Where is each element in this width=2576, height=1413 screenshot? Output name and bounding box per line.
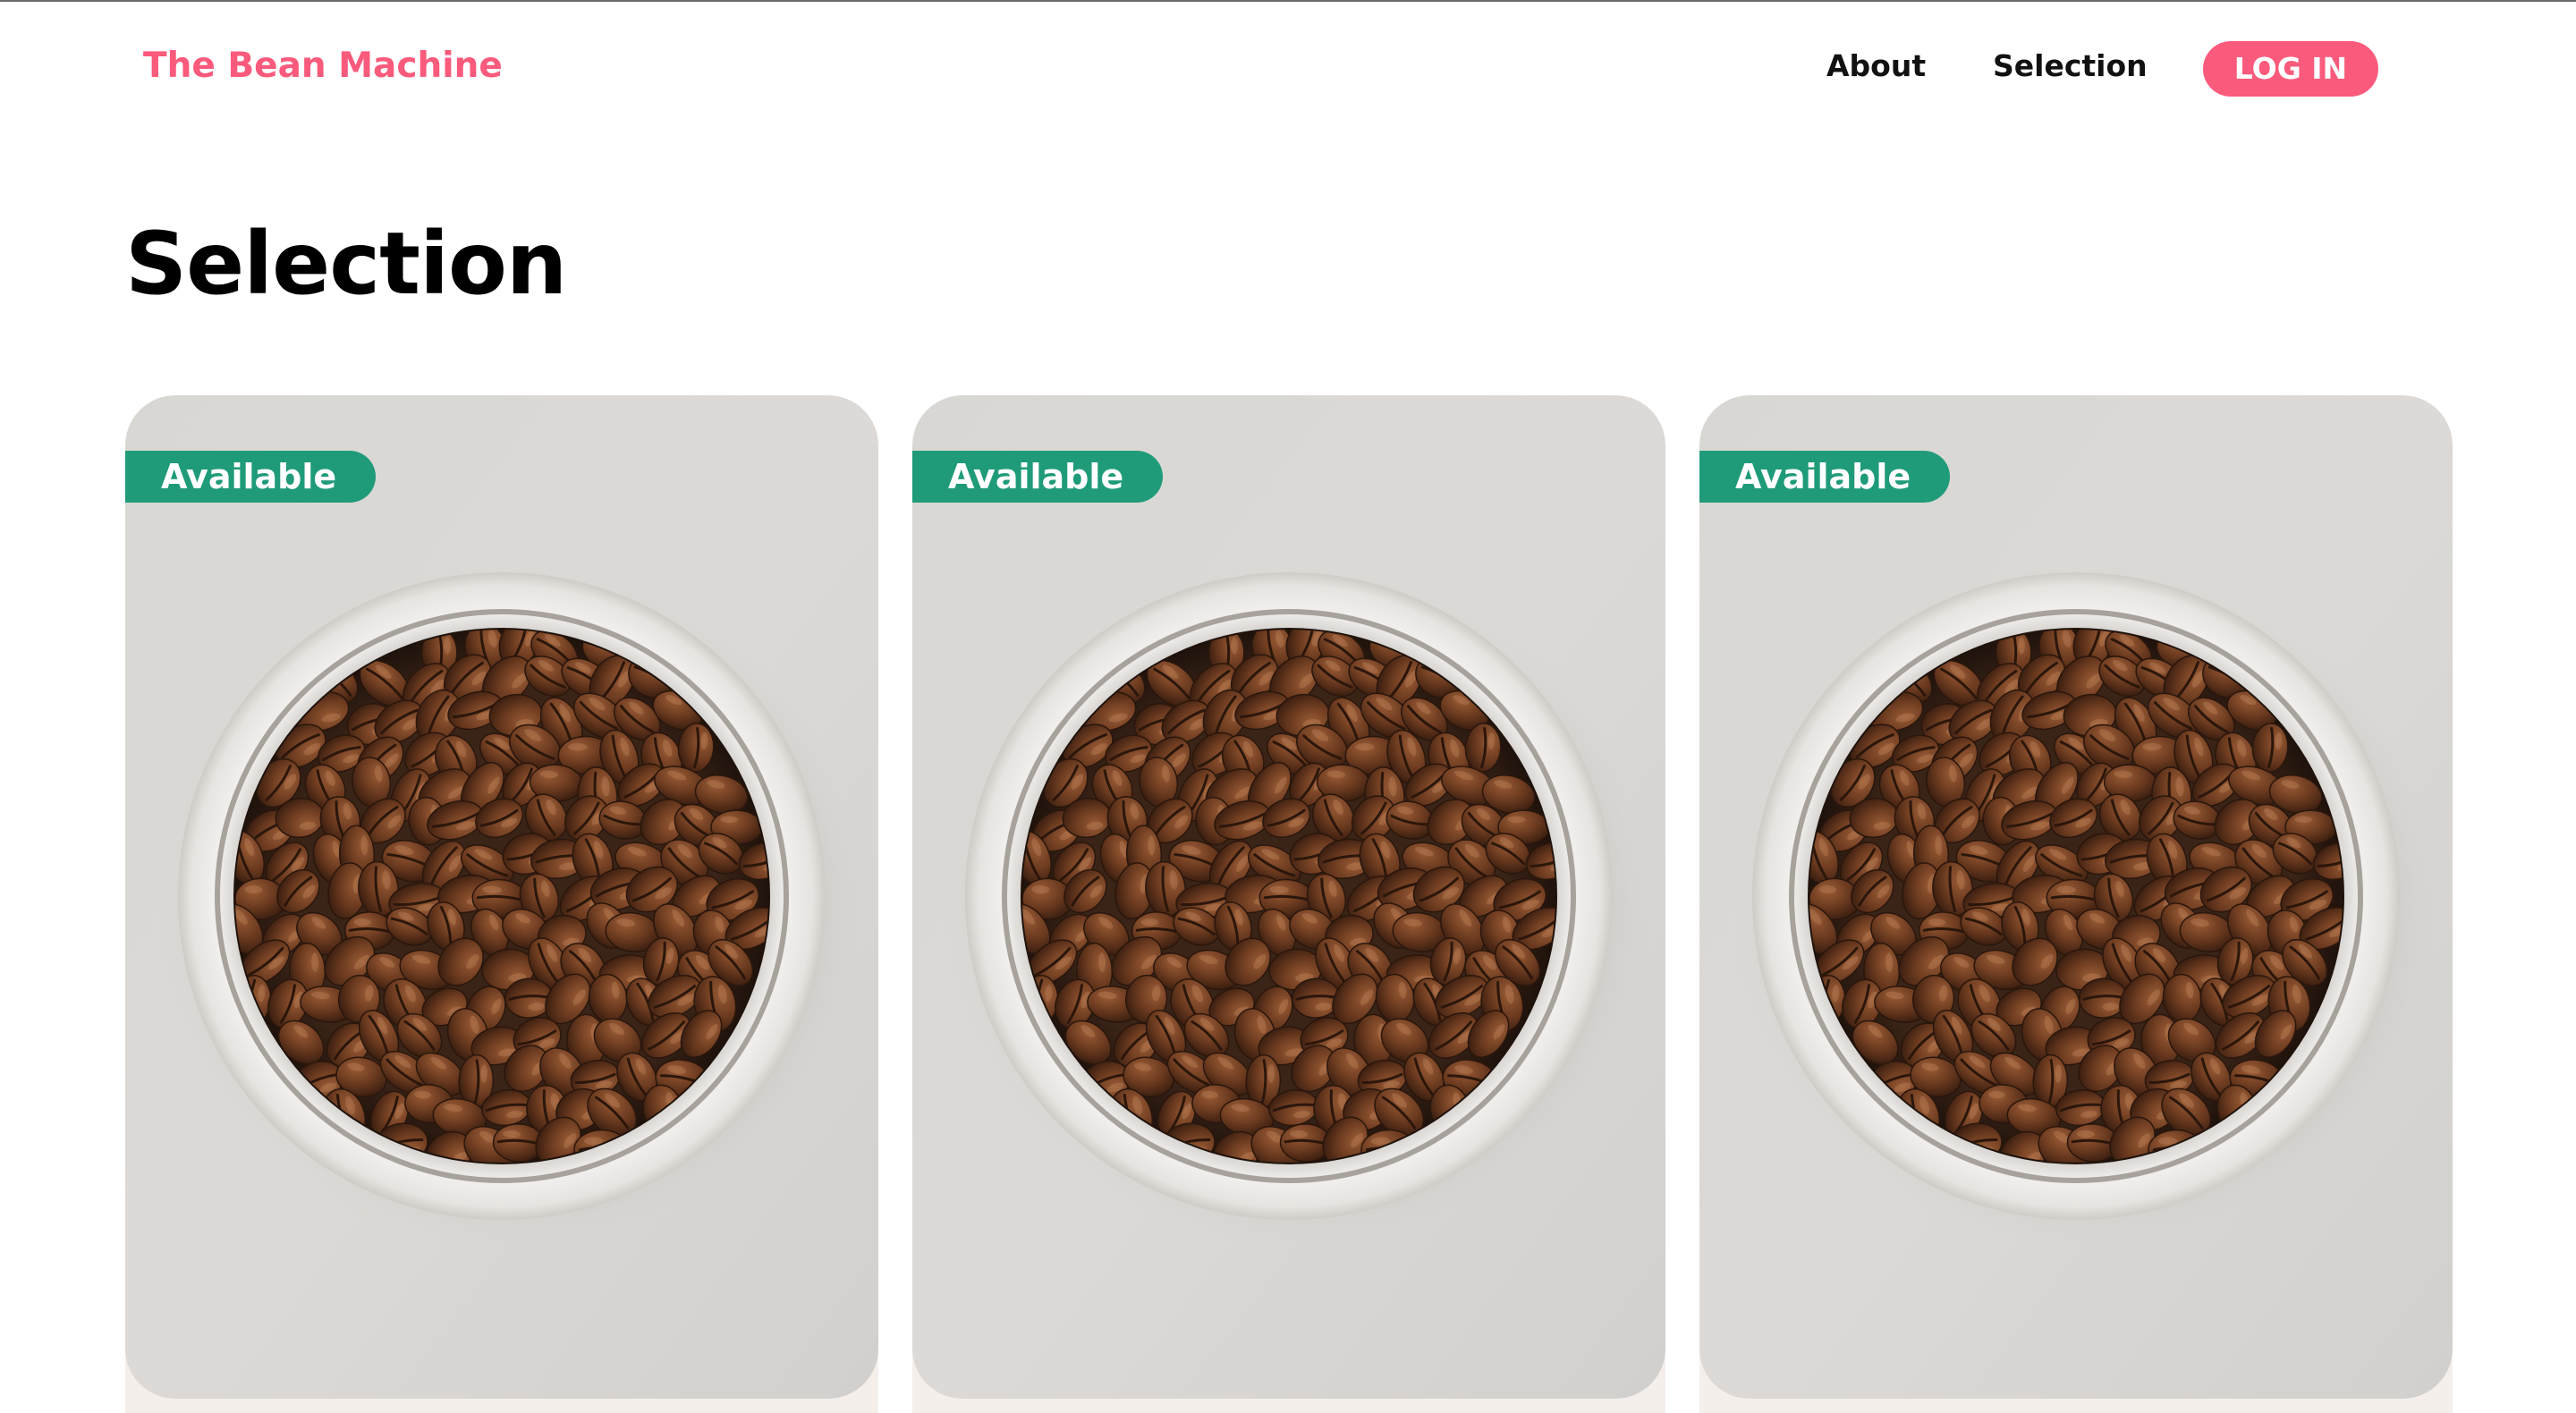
nav-link-selection[interactable]: Selection [1993, 47, 2148, 86]
product-card[interactable]: Available [125, 395, 878, 1413]
page-title: Selection [125, 214, 567, 314]
login-button[interactable]: LOG IN [2203, 41, 2378, 97]
product-card[interactable]: Available [912, 395, 1665, 1413]
nav-link-about[interactable]: About [1826, 47, 1926, 86]
product-image-coffee-beans[interactable] [1699, 395, 2453, 1399]
product-image-coffee-beans[interactable] [912, 395, 1665, 1399]
brand-logo-link[interactable]: The Bean Machine [143, 45, 503, 88]
product-card[interactable]: Available [1699, 395, 2453, 1413]
availability-badge: Available [912, 451, 1164, 503]
product-image-coffee-beans[interactable] [125, 395, 878, 1399]
availability-badge: Available [1699, 451, 1951, 503]
top-navbar: The Bean Machine About Selection LOG IN [0, 2, 2576, 136]
availability-badge: Available [125, 451, 377, 503]
page: The Bean Machine About Selection LOG IN … [0, 0, 2576, 1413]
